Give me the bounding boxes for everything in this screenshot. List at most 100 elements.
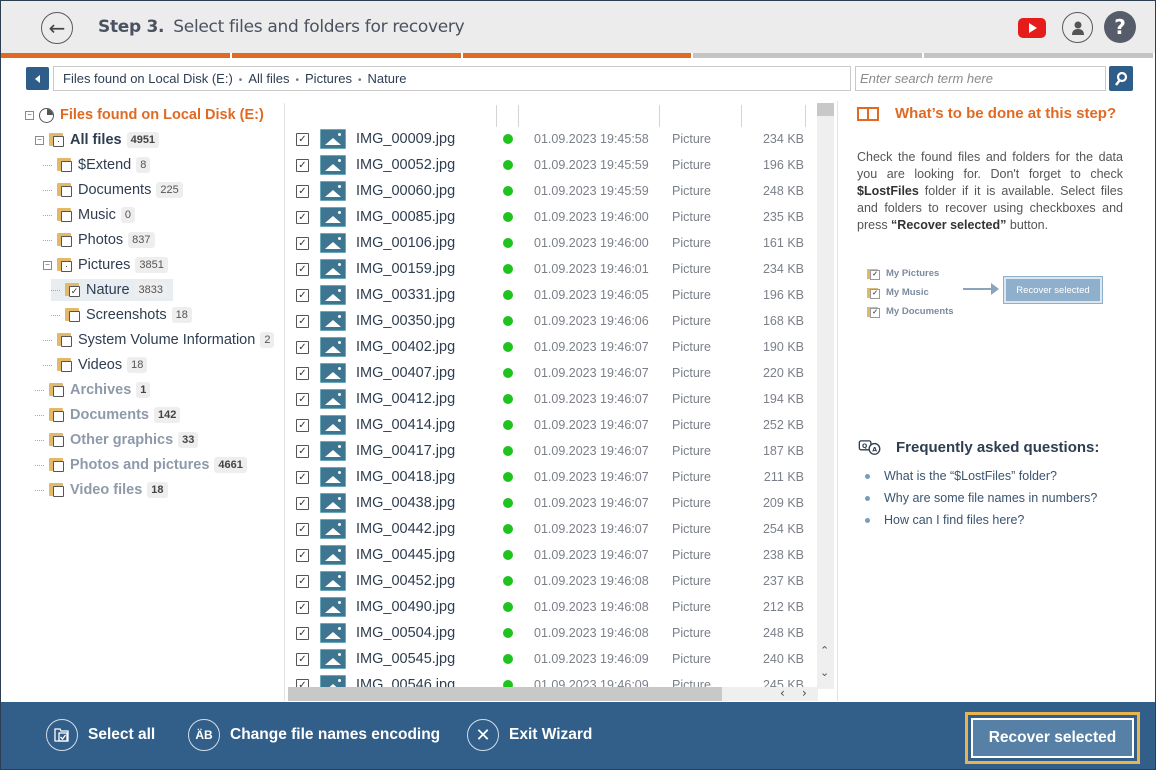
change-encoding-button[interactable]: ÄB Change file names encoding — [188, 719, 440, 751]
tree-item[interactable]: − · All files 4951 — [35, 129, 160, 151]
file-checkbox[interactable]: ✓ — [296, 548, 309, 562]
search-button[interactable] — [1109, 66, 1133, 91]
tree-checkbox[interactable] — [53, 486, 64, 497]
file-row[interactable]: ✓ IMG_00085.jpg 01.09.2023 19:46:00 Picture… — [286, 204, 816, 230]
scrollbar-thumb[interactable] — [817, 103, 834, 116]
file-checkbox[interactable]: ✓ — [296, 574, 309, 588]
file-row[interactable]: ✓ IMG_00009.jpg 01.09.2023 19:45:58 Picture… — [286, 126, 816, 152]
file-checkbox[interactable]: ✓ — [296, 158, 309, 172]
file-row[interactable]: ✓ IMG_00442.jpg 01.09.2023 19:46:07 Picture… — [286, 516, 816, 542]
tree-checkbox[interactable] — [61, 236, 72, 247]
file-row[interactable]: ✓ IMG_00452.jpg 01.09.2023 19:46:08 Picture… — [286, 568, 816, 594]
faq-link[interactable]: What is the “$LostFiles” folder? — [865, 465, 1097, 487]
breadcrumb-item[interactable]: Files found on Local Disk (E:) — [63, 71, 233, 86]
file-row[interactable]: ✓ IMG_00412.jpg 01.09.2023 19:46:07 Picture… — [286, 386, 816, 412]
tree-item[interactable]: System Volume Information 2 — [43, 329, 275, 351]
file-row[interactable]: ✓ IMG_00504.jpg 01.09.2023 19:46:08 Picture… — [286, 620, 816, 646]
help-button[interactable]: ? — [1104, 11, 1136, 43]
file-checkbox[interactable]: ✓ — [296, 652, 309, 666]
youtube-button[interactable] — [1018, 18, 1046, 38]
tree-checkbox[interactable] — [61, 211, 72, 222]
file-checkbox[interactable]: ✓ — [296, 418, 309, 432]
file-checkbox[interactable]: ✓ — [296, 496, 309, 510]
scroll-up-icon[interactable]: ⌃ — [820, 644, 829, 657]
vertical-scrollbar[interactable]: ⌃ ⌄ — [817, 103, 834, 689]
tree-checkbox[interactable] — [53, 386, 64, 397]
file-row[interactable]: ✓ IMG_00331.jpg 01.09.2023 19:46:05 Picture… — [286, 282, 816, 308]
scrollbar-thumb[interactable] — [288, 687, 722, 701]
tree-checkbox[interactable]: · — [61, 261, 72, 272]
user-button[interactable] — [1062, 12, 1093, 43]
tree-item[interactable]: Video files 18 — [35, 479, 168, 501]
file-row[interactable]: ✓ IMG_00060.jpg 01.09.2023 19:45:59 Picture… — [286, 178, 816, 204]
faq-link[interactable]: Why are some file names in numbers? — [865, 487, 1097, 509]
file-checkbox[interactable]: ✓ — [296, 132, 309, 146]
file-checkbox[interactable]: ✓ — [296, 340, 309, 354]
tree-checkbox[interactable] — [61, 161, 72, 172]
column-separator[interactable] — [741, 105, 742, 127]
file-row[interactable]: ✓ IMG_00414.jpg 01.09.2023 19:46:07 Picture… — [286, 412, 816, 438]
tree-checkbox[interactable]: ✓ — [69, 286, 80, 297]
search-input[interactable] — [855, 66, 1106, 91]
file-row[interactable]: ✓ IMG_00490.jpg 01.09.2023 19:46:08 Picture… — [286, 594, 816, 620]
tree-checkbox[interactable] — [53, 436, 64, 447]
tree-item[interactable]: Videos 18 — [43, 354, 148, 376]
column-separator[interactable] — [659, 105, 660, 127]
recover-selected-button[interactable]: Recover selected — [965, 712, 1140, 764]
column-separator[interactable] — [805, 105, 806, 127]
breadcrumb-item[interactable]: All files — [248, 71, 289, 86]
tree-checkbox[interactable] — [61, 336, 72, 347]
file-checkbox[interactable]: ✓ — [296, 236, 309, 250]
file-checkbox[interactable]: ✓ — [296, 288, 309, 302]
column-separator[interactable] — [496, 105, 497, 127]
tree-checkbox[interactable] — [69, 311, 80, 322]
breadcrumb-item[interactable]: Nature — [368, 71, 407, 86]
file-checkbox[interactable]: ✓ — [296, 262, 309, 276]
file-row[interactable]: ✓ IMG_00445.jpg 01.09.2023 19:46:07 Picture… — [286, 542, 816, 568]
file-checkbox[interactable]: ✓ — [296, 210, 309, 224]
file-row[interactable]: ✓ IMG_00438.jpg 01.09.2023 19:46:07 Picture… — [286, 490, 816, 516]
file-row[interactable]: ✓ IMG_00418.jpg 01.09.2023 19:46:07 Picture… — [286, 464, 816, 490]
file-row[interactable]: ✓ IMG_00545.jpg 01.09.2023 19:46:09 Picture… — [286, 646, 816, 672]
file-row[interactable]: ✓ IMG_00417.jpg 01.09.2023 19:46:07 Picture… — [286, 438, 816, 464]
tree-item[interactable]: Screenshots 18 — [51, 304, 192, 326]
breadcrumb-item[interactable]: Pictures — [305, 71, 352, 86]
tree-checkbox[interactable] — [53, 411, 64, 422]
faq-link[interactable]: How can I find files here? — [865, 509, 1097, 531]
file-row[interactable]: ✓ IMG_00159.jpg 01.09.2023 19:46:01 Picture… — [286, 256, 816, 282]
scroll-down-icon[interactable]: ⌄ — [820, 666, 829, 679]
tree-item[interactable]: Archives 1 — [35, 379, 151, 401]
tree-item[interactable]: − · Pictures 3851 — [43, 254, 168, 276]
file-row[interactable]: ✓ IMG_00407.jpg 01.09.2023 19:46:07 Picture… — [286, 360, 816, 386]
horizontal-scrollbar[interactable]: ‹ › — [288, 686, 818, 701]
select-all-button[interactable]: Select all — [46, 719, 155, 751]
scroll-right-icon[interactable]: › — [802, 686, 807, 700]
tree-root[interactable]: − Files found on Local Disk (E:) — [25, 104, 264, 126]
tree-item[interactable]: Documents 225 — [43, 179, 183, 201]
tree-item[interactable]: Music 0 — [43, 204, 135, 226]
file-checkbox[interactable]: ✓ — [296, 314, 309, 328]
file-checkbox[interactable]: ✓ — [296, 626, 309, 640]
tree-checkbox[interactable] — [53, 461, 64, 472]
breadcrumb-back-button[interactable] — [26, 67, 49, 90]
file-checkbox[interactable]: ✓ — [296, 392, 309, 406]
collapse-icon[interactable]: − — [43, 260, 52, 270]
column-separator[interactable] — [518, 105, 519, 127]
tree-item[interactable]: Photos 837 — [43, 229, 155, 251]
file-checkbox[interactable]: ✓ — [296, 470, 309, 484]
file-row[interactable]: ✓ IMG_00402.jpg 01.09.2023 19:46:07 Picture… — [286, 334, 816, 360]
file-checkbox[interactable]: ✓ — [296, 444, 309, 458]
tree-checkbox[interactable] — [61, 361, 72, 372]
collapse-icon[interactable]: − — [35, 135, 44, 145]
tree-item[interactable]: ✓ Nature 3833 — [51, 279, 174, 301]
tree-item[interactable]: Documents 142 — [35, 404, 181, 426]
tree-item[interactable]: Other graphics 33 — [35, 429, 199, 451]
back-button[interactable]: ← — [41, 12, 73, 44]
file-checkbox[interactable]: ✓ — [296, 522, 309, 536]
file-checkbox[interactable]: ✓ — [296, 600, 309, 614]
tree-item[interactable]: $Extend 8 — [43, 154, 151, 176]
file-checkbox[interactable]: ✓ — [296, 366, 309, 380]
file-row[interactable]: ✓ IMG_00106.jpg 01.09.2023 19:46:00 Picture… — [286, 230, 816, 256]
file-row[interactable]: ✓ IMG_00052.jpg 01.09.2023 19:45:59 Picture… — [286, 152, 816, 178]
tree-item[interactable]: Photos and pictures 4661 — [35, 454, 247, 476]
